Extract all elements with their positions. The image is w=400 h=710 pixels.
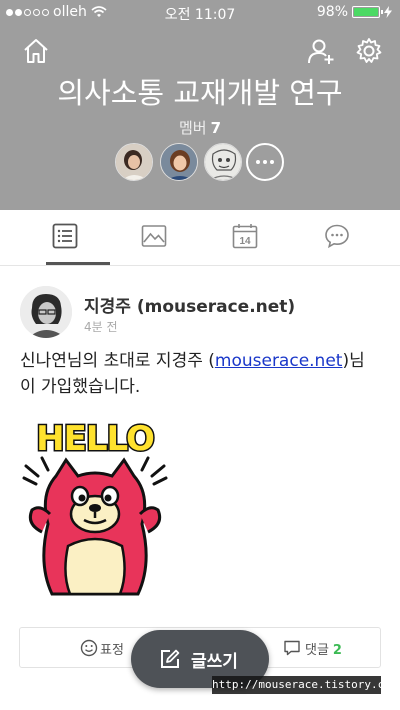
battery-indicator: 98% xyxy=(317,4,392,20)
battery-icon xyxy=(352,6,383,18)
tab-posts[interactable] xyxy=(14,210,114,265)
watermark: http://mouserace.tistory.com xyxy=(212,676,397,694)
status-bar: olleh 오전 11:07 98% xyxy=(0,0,400,26)
group-header: olleh 오전 11:07 98% 의사소통 교재개발 연구 멤버 7 xyxy=(0,0,400,210)
more-members-button[interactable] xyxy=(246,143,284,181)
gear-icon[interactable] xyxy=(354,36,384,66)
emotion-label: 표정 xyxy=(100,643,124,658)
more-dots-icon xyxy=(256,160,274,164)
add-member-icon[interactable] xyxy=(306,36,336,66)
member-photo xyxy=(116,144,152,180)
member-photo xyxy=(161,144,197,180)
tab-chat[interactable] xyxy=(286,210,386,265)
comment-count: 2 xyxy=(332,643,342,658)
member-avatar[interactable] xyxy=(160,143,198,181)
edit-icon xyxy=(161,649,180,668)
hello-cat-sticker[interactable]: HELLO xyxy=(20,414,170,604)
photo-icon xyxy=(141,225,167,247)
tab-bar: 14 xyxy=(0,210,400,266)
tab-calendar[interactable]: 14 xyxy=(194,210,294,265)
list-icon xyxy=(52,223,78,249)
post-text: 신나연님의 초대로 지경주 ( xyxy=(20,351,215,371)
member-count-value: 7 xyxy=(210,119,222,137)
post-timestamp: 4분 전 xyxy=(84,320,118,334)
post-body: 신나연님의 초대로 지경주 (mouserace.net)님이 가입했습니다. xyxy=(20,348,380,400)
author-avatar[interactable] xyxy=(20,286,72,338)
battery-fill xyxy=(354,8,378,16)
sticker-text: HELLO xyxy=(36,419,154,459)
tab-photos[interactable] xyxy=(103,210,203,265)
chat-bubble-icon xyxy=(325,224,349,249)
battery-percent: 98% xyxy=(316,4,348,20)
smiley-icon xyxy=(80,639,98,657)
selected-tab-indicator xyxy=(46,262,110,265)
member-avatar[interactable] xyxy=(115,143,153,181)
comment-label-text: 댓글 xyxy=(305,643,329,658)
group-title: 의사소통 교재개발 연구 xyxy=(57,76,343,110)
author-name[interactable]: 지경주 (mouserace.net) xyxy=(84,292,295,317)
member-avatar[interactable] xyxy=(204,143,242,181)
write-button-label: 글쓰기 xyxy=(191,652,238,672)
home-icon[interactable] xyxy=(21,36,51,66)
charging-icon xyxy=(384,6,392,18)
member-photo xyxy=(205,144,241,180)
member-label: 멤버 xyxy=(178,119,207,137)
author-photo xyxy=(20,286,72,338)
calendar-icon: 14 xyxy=(232,224,258,249)
comment-label: 댓글 2 xyxy=(305,639,342,658)
member-count[interactable]: 멤버 7 xyxy=(0,117,400,138)
post-link[interactable]: mouserace.net xyxy=(215,351,343,371)
comment-icon xyxy=(284,640,300,656)
calendar-day: 14 xyxy=(239,236,251,247)
